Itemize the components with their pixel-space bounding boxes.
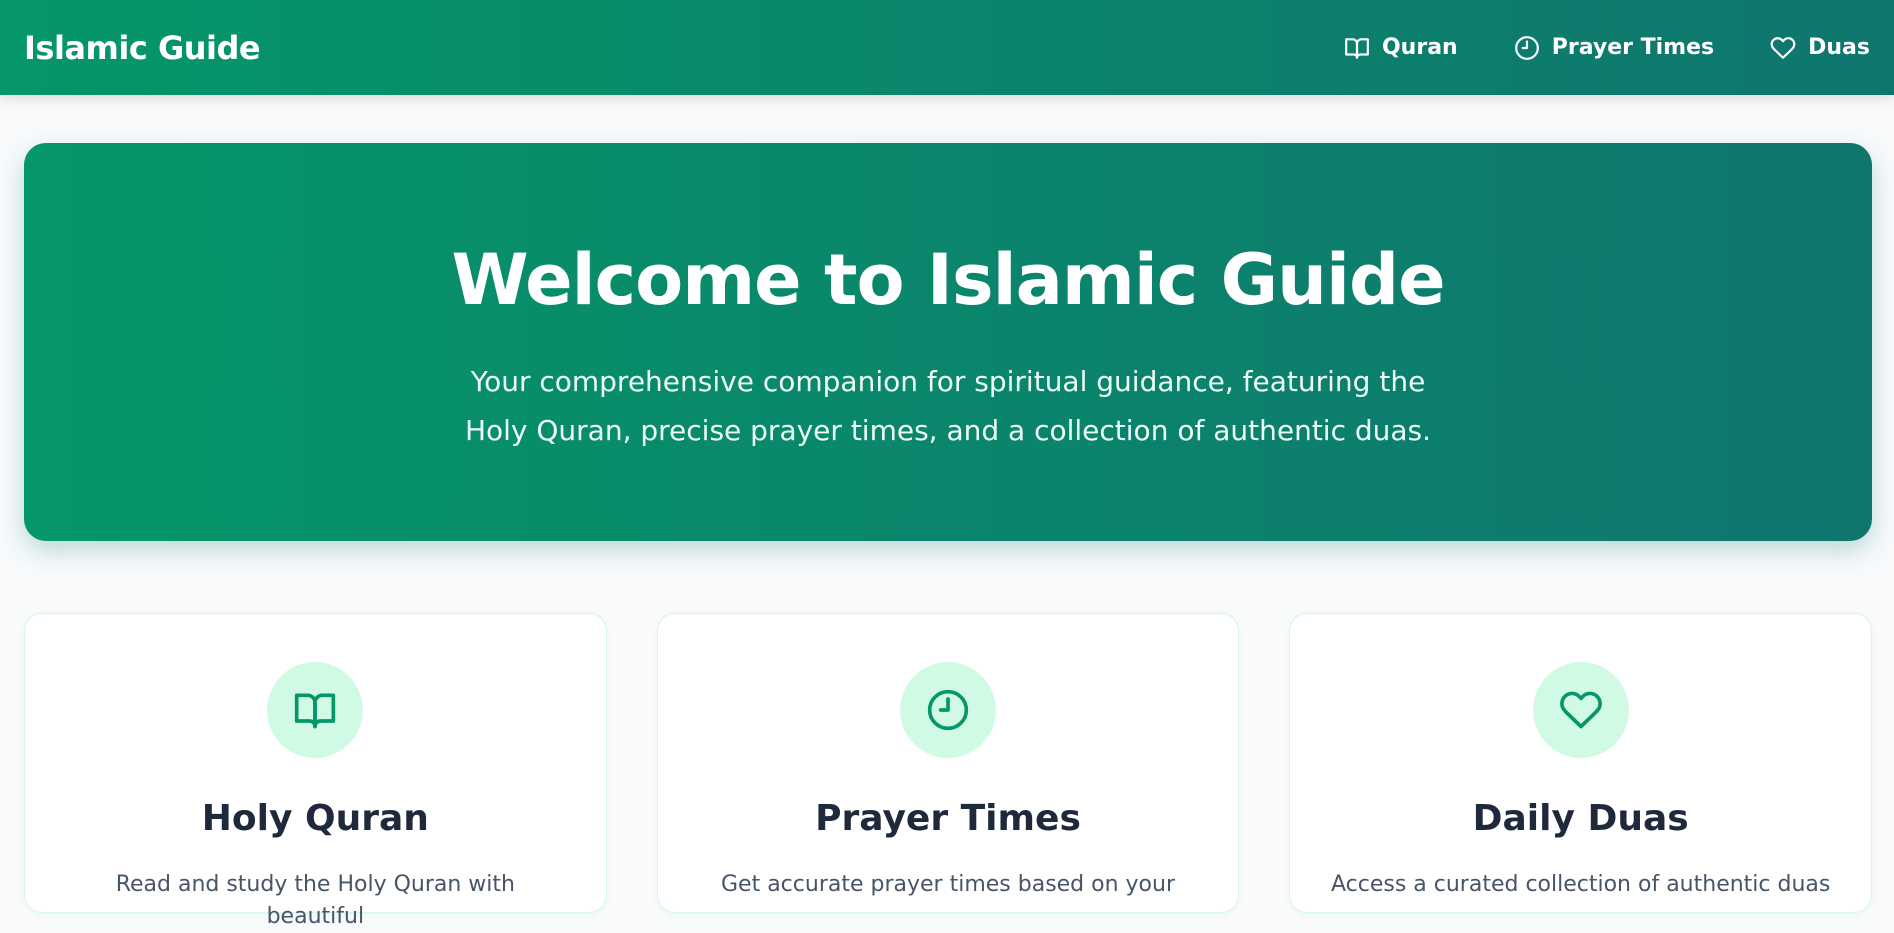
clock-icon xyxy=(1514,35,1539,60)
card-icon-circle xyxy=(1532,662,1629,758)
top-navbar: Islamic Guide Quran Prayer Times Duas xyxy=(0,0,1894,95)
card-description: Access a curated collection of authentic… xyxy=(1330,872,1831,897)
feature-cards: Holy Quran Read and study the Holy Quran… xyxy=(24,613,1873,929)
nav-link-label: Quran xyxy=(1381,35,1458,60)
nav-link-label: Duas xyxy=(1808,35,1870,60)
feature-card-prayer-times[interactable]: Prayer Times Get accurate prayer times b… xyxy=(656,613,1240,913)
card-icon-circle xyxy=(900,662,996,758)
nav-link-duas[interactable]: Duas xyxy=(1770,35,1870,61)
feature-card-quran[interactable]: Holy Quran Read and study the Holy Quran… xyxy=(24,613,607,929)
card-description: Get accurate prayer times based on your xyxy=(721,872,1176,897)
brand-logo[interactable]: Islamic Guide xyxy=(24,29,261,67)
book-icon xyxy=(1345,37,1369,59)
nav-link-label: Prayer Times xyxy=(1551,35,1715,60)
card-icon-circle xyxy=(267,662,364,758)
book-icon xyxy=(295,693,336,729)
hero-banner: Welcome to Islamic Guide Your comprehens… xyxy=(24,143,1872,541)
nav-links: Quran Prayer Times Duas xyxy=(1288,0,1870,95)
card-title: Prayer Times xyxy=(815,798,1081,839)
nav-link-quran[interactable]: Quran xyxy=(1344,35,1458,61)
nav-link-prayer-times[interactable]: Prayer Times xyxy=(1514,35,1714,61)
card-title: Holy Quran xyxy=(201,798,429,839)
clock-icon xyxy=(927,689,969,731)
card-description: Read and study the Holy Quran with beaut… xyxy=(115,872,515,929)
card-title: Daily Duas xyxy=(1472,798,1689,839)
hero-subtitle: Your comprehensive companion for spiritu… xyxy=(464,365,1432,447)
hero-title: Welcome to Islamic Guide xyxy=(451,239,1445,321)
heart-icon xyxy=(1559,691,1602,729)
feature-card-duas[interactable]: Daily Duas Access a curated collection o… xyxy=(1289,613,1873,913)
heart-icon xyxy=(1770,36,1796,59)
